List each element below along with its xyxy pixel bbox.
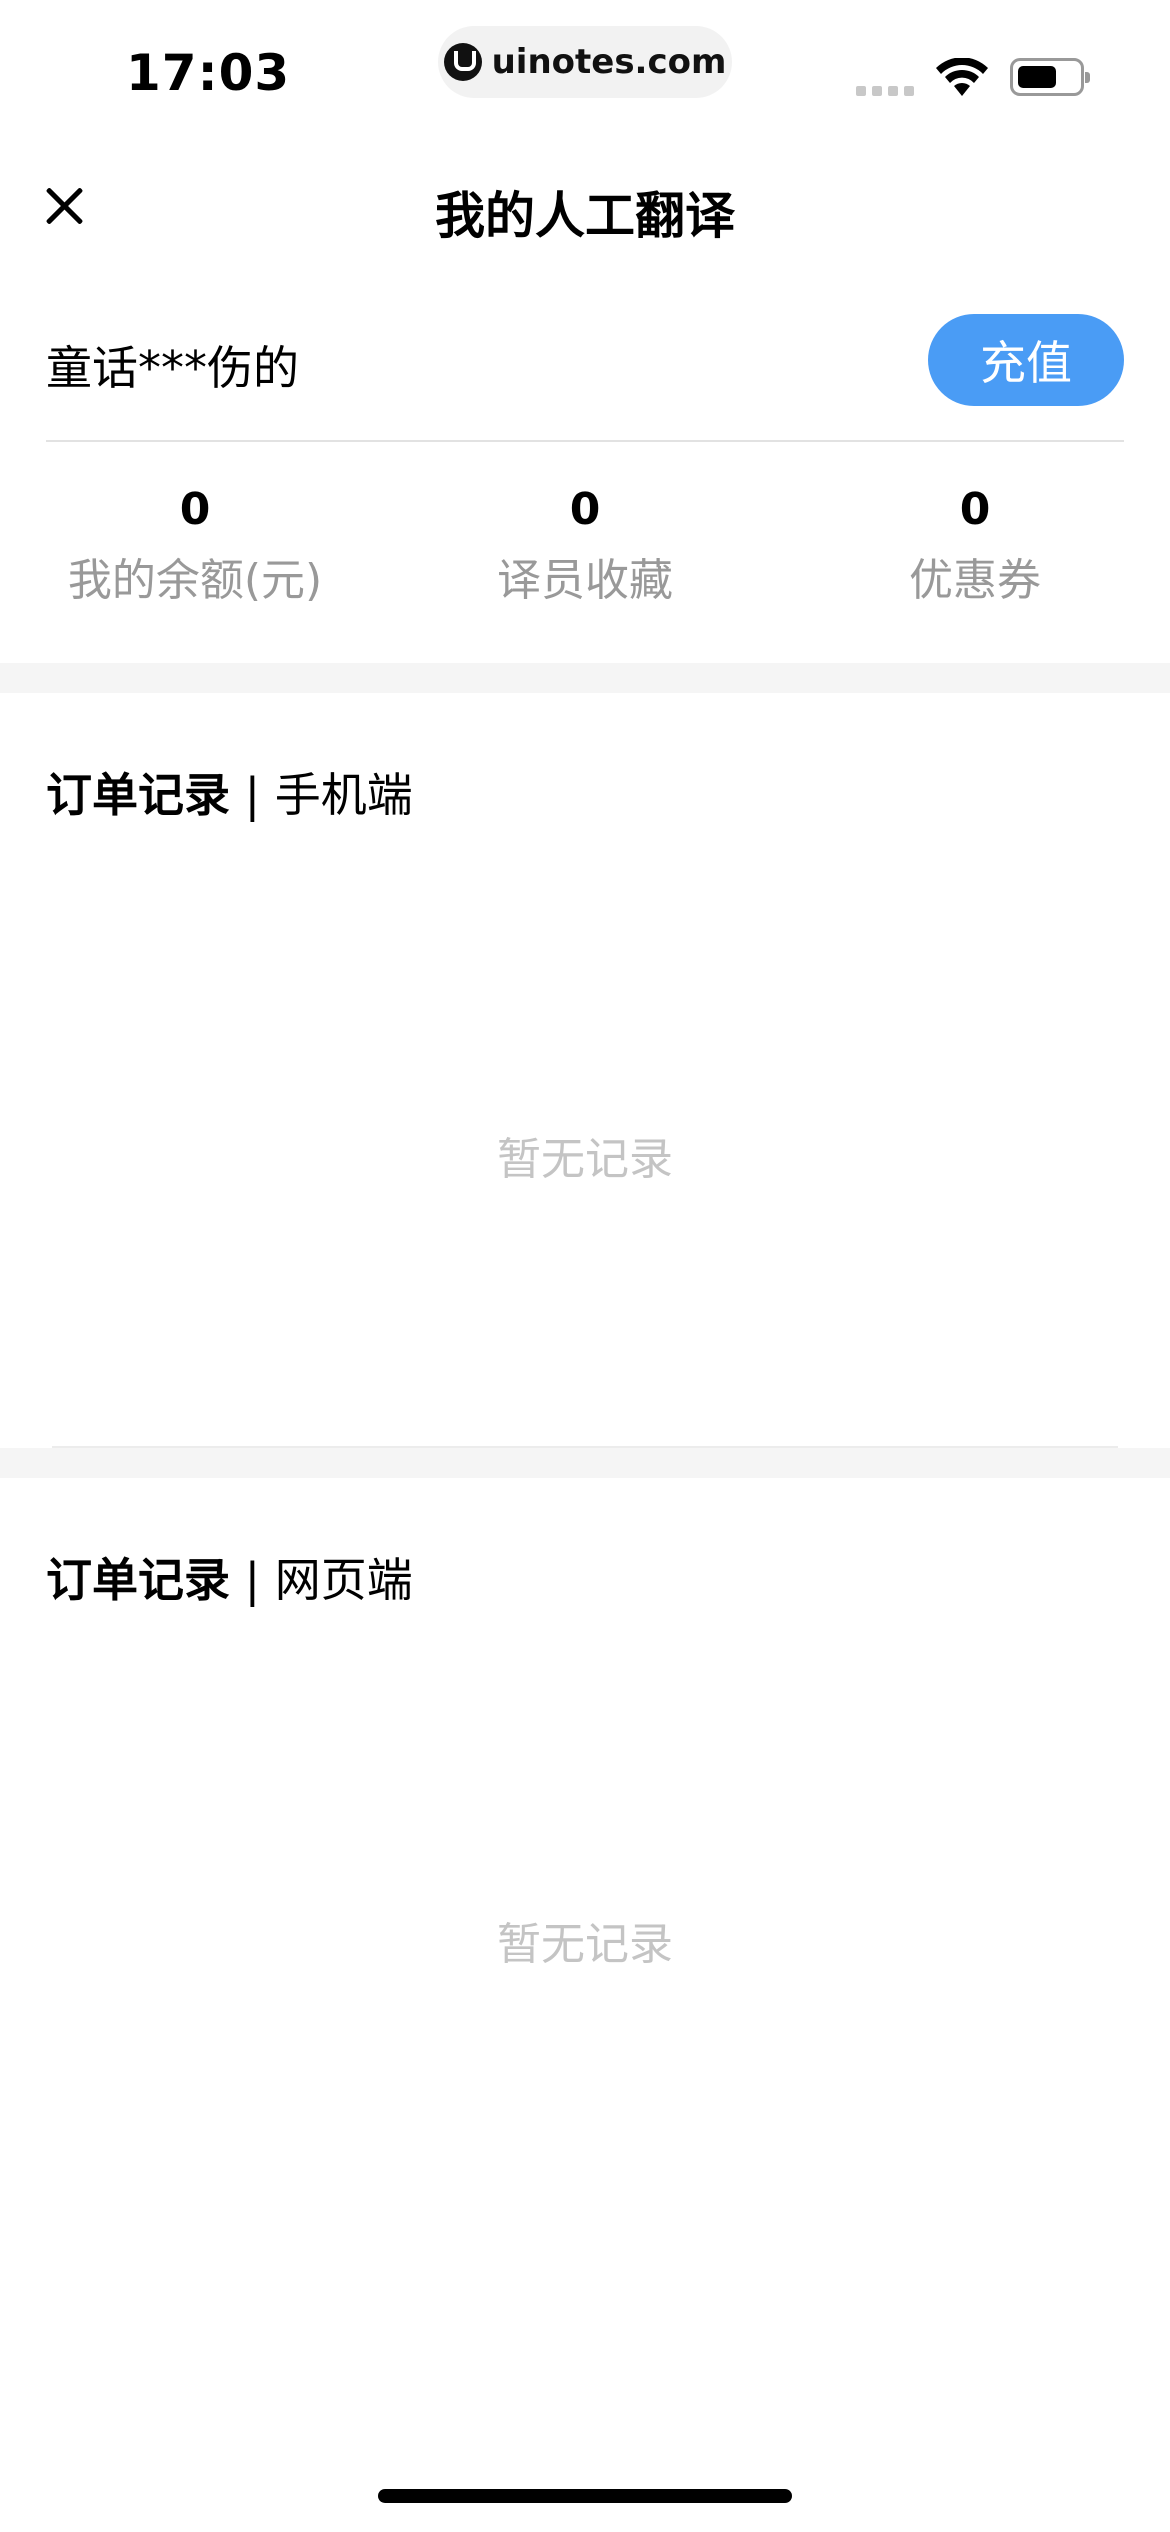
empty-state-text: 暂无记录	[497, 1134, 673, 1185]
status-time: 17:03	[126, 44, 291, 102]
page-title: 我的人工翻译	[435, 187, 735, 245]
stat-balance[interactable]: 0 我的余额(元)	[0, 480, 390, 616]
section-title-separator: |	[230, 768, 275, 822]
url-text: uinotes.com	[491, 42, 727, 82]
user-name: 童话***伤的	[46, 341, 299, 395]
section-title-sub: 网页端	[274, 1553, 413, 1607]
empty-state-text: 暂无记录	[497, 1919, 673, 1970]
wifi-icon	[936, 58, 988, 96]
stat-value: 0	[179, 484, 211, 535]
nav-bar: 我的人工翻译	[0, 150, 1170, 270]
url-pill[interactable]: uinotes.com	[438, 26, 732, 98]
section-title-sub: 手机端	[274, 768, 413, 822]
section-title-main: 订单记录	[46, 1553, 230, 1607]
stat-favorite-translators[interactable]: 0 译员收藏	[390, 480, 780, 616]
status-bar: 17:03 uinotes.com	[0, 0, 1170, 150]
stats-row: 0 我的余额(元) 0 译员收藏 0 优惠券	[0, 480, 1170, 640]
section-title-separator: |	[230, 1553, 275, 1607]
home-indicator	[378, 2489, 792, 2503]
stat-label: 优惠券	[909, 555, 1041, 606]
site-logo-icon	[443, 43, 482, 81]
battery-icon	[1010, 58, 1090, 96]
stat-label: 译员收藏	[497, 555, 673, 606]
section-gap	[0, 1448, 1170, 1478]
section-gap	[0, 663, 1170, 693]
stat-coupons[interactable]: 0 优惠券	[780, 480, 1170, 616]
section-title: 订单记录 | 网页端	[46, 1544, 413, 1610]
stat-value: 0	[959, 484, 991, 535]
section-title: 订单记录 | 手机端	[46, 759, 413, 825]
cellular-signal-icon	[856, 86, 914, 96]
orders-web-section: 订单记录 | 网页端 暂无记录	[0, 1478, 1170, 2478]
stat-value: 0	[569, 484, 601, 535]
user-row: 童话***伤的 充值	[46, 310, 1124, 442]
stat-label: 我的余额(元)	[67, 555, 323, 606]
orders-mobile-section: 订单记录 | 手机端 暂无记录	[0, 693, 1170, 1448]
recharge-button[interactable]: 充值	[928, 314, 1124, 406]
section-title-main: 订单记录	[46, 768, 230, 822]
